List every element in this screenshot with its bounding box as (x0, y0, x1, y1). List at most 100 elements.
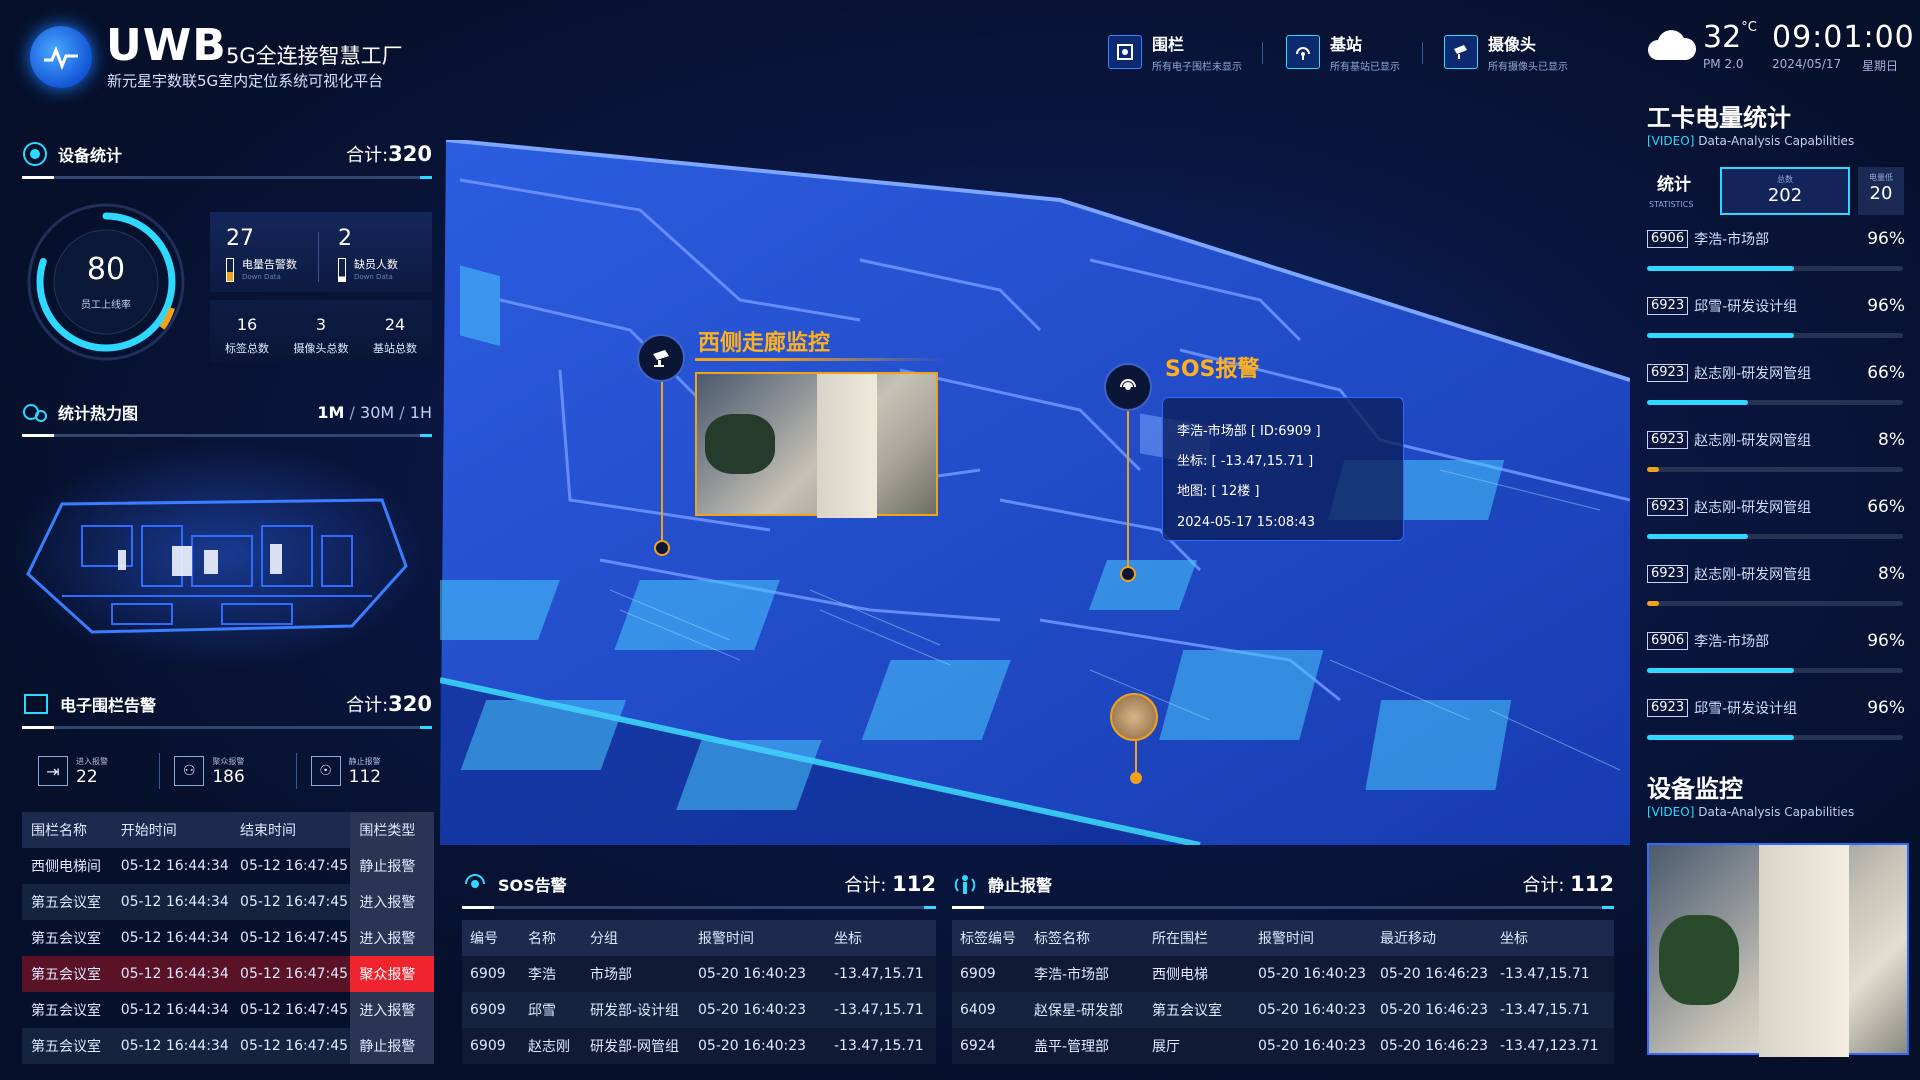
battery-list-item[interactable]: 6923 赵志刚-研发网管组 66% (1647, 363, 1905, 405)
table-cell: 05-12 16:47:45 (231, 956, 351, 992)
table-row[interactable]: 6909 李浩 市场部 05-20 16:40:23 -13.47,15.71 (462, 956, 936, 992)
table-header-row: 编号 名称 分组 报警时间 坐标 (462, 920, 936, 956)
crowd-alarm-icon: ⚇ (174, 756, 205, 786)
camera-toggle-button[interactable]: 摄像头 所有摄像头已显示 (1444, 32, 1568, 73)
battery-list-item[interactable]: 6923 赵志刚-研发网管组 8% (1647, 430, 1905, 472)
battery-list-item[interactable]: 6923 邱雪-研发设计组 96% (1647, 698, 1905, 740)
tag-total-label: 标签总数 (225, 342, 269, 355)
battery-list-item[interactable]: 6923 赵志刚-研发网管组 66% (1647, 497, 1905, 539)
table-cell: 展厅 (1144, 1028, 1250, 1064)
corridor-shape (1759, 845, 1849, 1057)
battery-alarm-value: 27 (226, 226, 254, 251)
sos-marker[interactable] (1104, 363, 1152, 411)
column-header: 报警时间 (1250, 920, 1372, 956)
column-header: 结束时间 (231, 812, 351, 848)
fence-alarm-table: 围栏名称 开始时间 结束时间 围栏类型 西侧电梯间 05-12 16:44:34 0… (22, 812, 434, 1064)
sos-person: 李浩-市场部 [ ID:6909 ] (1177, 424, 1321, 439)
table-cell: 05-12 16:44:34 (120, 930, 229, 946)
table-cell: 05-20 16:40:23 (1250, 956, 1372, 992)
battery-percent: 96% (1867, 698, 1905, 718)
dashboard: 西侧走廊监控 SOS报警 李浩-市场部 [ ID:6909 ] 坐标: [ -1… (0, 0, 1920, 1080)
battery-stat-sub: STATISTICS (1649, 200, 1694, 209)
table-cell: 盖平-管理部 (1026, 1028, 1144, 1064)
heatmap-floorplan[interactable] (22, 496, 408, 636)
table-cell: 05-12 16:47:45 (240, 930, 349, 946)
tag-id: 6906 (1647, 230, 1689, 248)
table-row[interactable]: 第五会议室 05-12 16:44:34 05-12 16:47:45 进入报警 (22, 992, 434, 1028)
sos-alarm-total: 合计: 112 (844, 872, 936, 896)
base-station-button-label: 基站 (1330, 35, 1363, 54)
battery-list-item[interactable]: 6906 李浩-市场部 96% (1647, 631, 1905, 673)
table-cell: 05-12 16:47:45 (240, 1002, 349, 1018)
absent-value: 2 (338, 226, 352, 251)
person-badge-icon (338, 258, 346, 282)
crowd-alarm-label: 聚众报警 (212, 756, 245, 766)
static-alarm-icon: ☉ (310, 756, 341, 786)
platform-subtitle: 新元星宇数联5G室内定位系统可视化平台 (107, 72, 384, 90)
battery-list-item[interactable]: 6906 李浩-市场部 96% (1647, 229, 1905, 271)
panel-underline (22, 434, 432, 437)
camera-label-underline (695, 358, 945, 361)
table-cell: -13.47,15.71 (1492, 956, 1614, 992)
table-row[interactable]: 第五会议室 05-12 16:44:34 05-12 16:47:45 静止报警 (22, 1028, 434, 1064)
table-row[interactable]: 西侧电梯间 05-12 16:44:34 05-12 16:47:45 静止报警 (22, 848, 434, 884)
base-station-icon (1286, 35, 1320, 69)
battery-bar-fill (1647, 668, 1795, 673)
table-cell: 05-20 16:46:23 (1372, 992, 1492, 1028)
panel-underline (22, 726, 432, 729)
monitor-video-feed[interactable] (1647, 843, 1909, 1057)
column-header: 围栏名称 (22, 812, 112, 848)
fence-button-desc: 所有电子围栏未显示 (1152, 62, 1242, 73)
base-station-toggle-button[interactable]: 基站 所有基站已显示 (1286, 32, 1400, 73)
table-row[interactable]: 第五会议室 05-12 16:44:34 05-12 16:47:45 聚众报警 (22, 956, 434, 992)
sos-time: 2024-05-17 15:08:43 (1177, 515, 1316, 530)
fence-toggle-button[interactable]: 围栏所有电子围栏未显示 (1108, 32, 1242, 73)
camera-video-preview[interactable] (695, 372, 938, 518)
fence-button-label: 围栏 (1152, 35, 1185, 54)
device-stats-panel: 设备统计 合计:320 (22, 138, 432, 179)
table-row[interactable]: 6924 盖平-管理部 展厅 05-20 16:40:23 05-20 16:46:23… (952, 1028, 1614, 1064)
plant-shape (705, 414, 775, 474)
battery-list-item[interactable]: 6923 邱雪-研发设计组 96% (1647, 296, 1905, 338)
clock-date: 2024/05/17 (1772, 57, 1842, 71)
table-row[interactable]: 6409 赵保星-研发部 第五会议室 05-20 16:40:23 05-20 16:4… (952, 992, 1614, 1028)
sos-map: 地图: [ 12楼 ] (1177, 484, 1260, 499)
temperature: 32°C (1703, 20, 1757, 55)
fence-stats-row: ⇥ 进入报警 22 ⚇ 聚众报警 186 ☉ 静止报警 112 (22, 748, 432, 794)
range-30m[interactable]: 30M (360, 403, 394, 422)
range-1h[interactable]: 1H (410, 403, 432, 422)
camera-icon (653, 350, 669, 367)
tag-id: 6923 (1647, 699, 1689, 717)
table-cell: 05-20 16:46:23 (1372, 1028, 1492, 1064)
table-cell: 05-20 16:40:23 (1250, 992, 1372, 1028)
battery-title: 工卡电量统计 (1647, 104, 1791, 132)
range-1m[interactable]: 1M (317, 403, 344, 422)
table-cell: 6924 (952, 1028, 1026, 1064)
floor-plan-map[interactable] (440, 140, 1630, 845)
static-alarm-total: 合计: 112 (1522, 872, 1614, 896)
logo-subtitle: 5G全连接智慧工厂 (226, 44, 403, 68)
station-total-label: 基站总数 (373, 342, 417, 355)
table-row[interactable]: 6909 赵志刚 研发部-网管组 05-20 16:40:23 -13.47,15.71 (462, 1028, 936, 1064)
person-avatar-marker[interactable] (1110, 693, 1158, 741)
battery-list-item[interactable]: 6923 赵志刚-研发网管组 8% (1647, 564, 1905, 606)
battery-percent: 66% (1867, 497, 1905, 517)
battery-low-box: 电量低 20 (1858, 167, 1904, 215)
table-row[interactable]: 第五会议室 05-12 16:44:34 05-12 16:47:45 进入报警 (22, 920, 434, 956)
battery-low-icon (226, 258, 234, 282)
table-cell: 静止报警 (350, 848, 434, 884)
table-row[interactable]: 第五会议室 05-12 16:44:34 05-12 16:47:45 进入报警 (22, 884, 434, 920)
tag-owner: 赵志刚-研发网管组 (1694, 433, 1812, 449)
column-header: 编号 (462, 920, 520, 956)
camera-marker[interactable] (637, 334, 685, 382)
table-cell: 第五会议室 (31, 931, 101, 947)
cloud-icon (1648, 30, 1697, 60)
battery-bar (1647, 266, 1903, 271)
battery-bar-fill (1647, 735, 1795, 740)
table-cell: -13.47,123.71 (1492, 1028, 1614, 1064)
table-row[interactable]: 6909 邱雪 研发部-设计组 05-20 16:40:23 -13.47,15.71 (462, 992, 936, 1028)
table-cell: 第五会议室 (22, 956, 112, 992)
battery-total-box: 总数 202 (1720, 167, 1850, 215)
table-cell: 聚众报警 (350, 956, 434, 992)
table-row[interactable]: 6909 李浩-市场部 西侧电梯 05-20 16:40:23 05-20 16:46:… (952, 956, 1614, 992)
